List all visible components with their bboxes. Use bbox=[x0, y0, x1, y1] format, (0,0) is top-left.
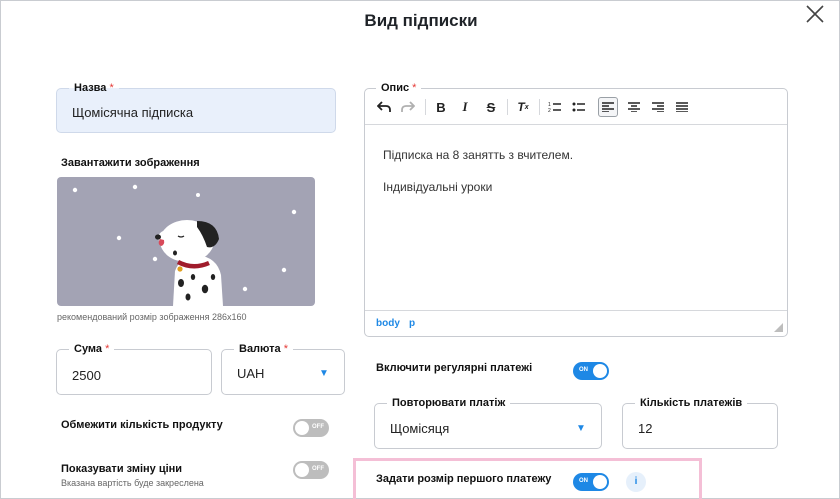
payments-count-field[interactable]: Кількість платежів 12 bbox=[622, 396, 778, 449]
chevron-down-icon[interactable]: ▼ bbox=[576, 423, 586, 434]
required-mark: * bbox=[105, 343, 110, 355]
payments-count-label: Кількість платежів bbox=[635, 396, 748, 410]
currency-select[interactable]: Валюта * UAH ▼ bbox=[221, 342, 345, 395]
repeat-payment-select[interactable]: Повторювати платіж Щомісяця ▼ bbox=[374, 396, 602, 449]
toggle-knob bbox=[593, 475, 607, 489]
editor-statusbar: body p bbox=[365, 310, 787, 336]
align-right-icon[interactable] bbox=[648, 97, 668, 117]
dalmatian-illustration bbox=[72, 184, 297, 306]
toggle-state-text: OFF bbox=[312, 466, 324, 472]
repeat-payment-value: Щомісяця bbox=[390, 421, 450, 436]
align-center-icon[interactable] bbox=[624, 97, 644, 117]
toggle-knob bbox=[593, 364, 607, 378]
dialog-title: Вид підписки bbox=[364, 11, 478, 30]
show-price-change-toggle[interactable]: OFF bbox=[293, 461, 329, 479]
align-left-icon[interactable] bbox=[598, 97, 618, 117]
italic-icon[interactable]: I bbox=[455, 97, 475, 117]
required-mark: * bbox=[283, 343, 289, 355]
strikethrough-icon[interactable]: S bbox=[481, 97, 501, 117]
align-justify-icon[interactable] bbox=[672, 97, 692, 117]
currency-value: UAH bbox=[237, 366, 265, 381]
description-editor: Опис * B I S Tx 12 Підписка на 8 занятть… bbox=[364, 81, 788, 337]
element-path-body[interactable]: body bbox=[376, 318, 400, 329]
toolbar-divider bbox=[425, 99, 426, 115]
limit-product-toggle[interactable]: OFF bbox=[293, 419, 329, 437]
bullet-list-icon[interactable] bbox=[569, 97, 589, 117]
image-upload-preview[interactable] bbox=[57, 177, 315, 306]
toolbar-divider bbox=[507, 99, 508, 115]
required-mark: * bbox=[109, 82, 114, 94]
toggle-state-text: ON bbox=[579, 478, 588, 484]
first-payment-label: Задати розмір першого платежу bbox=[376, 473, 552, 485]
sum-label: Сума * bbox=[69, 342, 115, 356]
undo-icon[interactable] bbox=[374, 97, 394, 117]
chevron-down-icon[interactable]: ▼ bbox=[319, 368, 329, 379]
close-icon[interactable] bbox=[804, 3, 826, 25]
payments-count-input[interactable]: 12 bbox=[638, 421, 652, 436]
description-paragraph[interactable]: Індивідуальні уроки bbox=[383, 180, 492, 194]
toggle-state-text: OFF bbox=[312, 424, 324, 430]
svg-text:2: 2 bbox=[548, 108, 551, 113]
recurring-payments-label: Включити регулярні платежі bbox=[376, 362, 533, 374]
description-paragraph[interactable]: Підписка на 8 занятть з вчителем. bbox=[383, 148, 573, 162]
show-price-change-label: Показувати зміну ціни bbox=[61, 463, 183, 475]
toggle-knob bbox=[295, 463, 309, 477]
limit-product-label: Обмежити кількість продукту bbox=[61, 419, 223, 431]
clear-format-icon[interactable]: Tx bbox=[513, 97, 533, 117]
sum-field[interactable]: Сума * 2500 bbox=[56, 342, 212, 395]
name-field[interactable]: Назва * Щомісячна підписка bbox=[56, 81, 336, 133]
editor-toolbar: B I S Tx 12 bbox=[365, 89, 787, 125]
dialog: Вид підписки Назва * Щомісячна підписка … bbox=[0, 0, 840, 499]
element-path-p[interactable]: p bbox=[409, 318, 415, 329]
bold-icon[interactable]: B bbox=[431, 97, 451, 117]
toolbar-divider bbox=[539, 99, 540, 115]
image-size-hint: рекомендований розмір зображення 286x160 bbox=[57, 312, 247, 322]
name-label: Назва * bbox=[69, 81, 119, 95]
redo-icon[interactable] bbox=[398, 97, 418, 117]
ordered-list-icon[interactable]: 12 bbox=[545, 97, 565, 117]
currency-label: Валюта * bbox=[234, 342, 294, 356]
image-upload-label: Завантажити зображення bbox=[61, 157, 200, 169]
info-icon[interactable]: i bbox=[626, 472, 646, 492]
repeat-payment-label: Повторювати платіж bbox=[387, 396, 511, 410]
first-payment-toggle[interactable]: ON bbox=[573, 473, 609, 491]
name-input[interactable]: Щомісячна підписка bbox=[72, 105, 193, 120]
toggle-state-text: ON bbox=[579, 367, 588, 373]
resize-handle[interactable] bbox=[774, 323, 783, 332]
sum-input[interactable]: 2500 bbox=[72, 368, 101, 383]
recurring-payments-toggle[interactable]: ON bbox=[573, 362, 609, 380]
toggle-knob bbox=[295, 421, 309, 435]
show-price-change-sublabel: Вказана вартість буде закреслена bbox=[61, 478, 204, 488]
